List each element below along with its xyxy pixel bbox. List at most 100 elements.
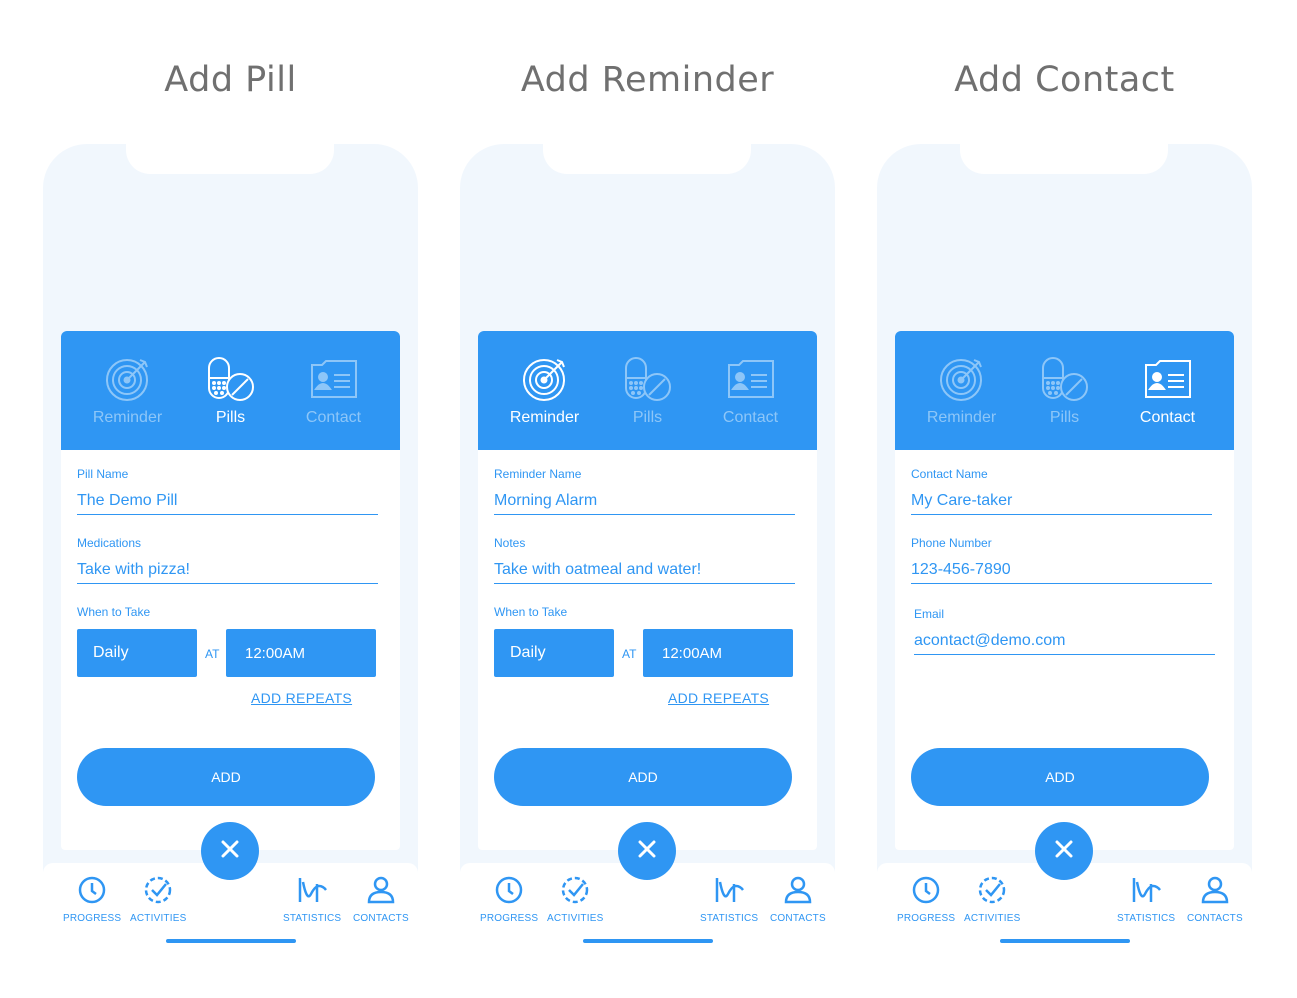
person-icon — [367, 876, 395, 909]
nav-label: STATISTICS — [700, 913, 759, 924]
pills-icon — [624, 355, 672, 403]
contact-card-icon — [1144, 355, 1192, 403]
type-tabs: Reminder Pills Contact — [895, 331, 1234, 450]
time-select[interactable]: 12:00AM — [643, 629, 793, 677]
add-button[interactable]: ADD — [77, 748, 375, 806]
nav-label: CONTACTS — [1187, 913, 1243, 924]
close-icon — [221, 840, 239, 863]
field-value[interactable]: Morning Alarm — [494, 492, 795, 515]
nav-label: STATISTICS — [283, 913, 342, 924]
field-value[interactable]: 123-456-7890 — [911, 561, 1212, 584]
statistics-wave-icon — [714, 876, 745, 909]
person-icon — [784, 876, 812, 909]
close-icon — [1055, 840, 1073, 863]
frequency-select[interactable]: Daily — [494, 629, 614, 677]
when-to-take-label: When to Take — [77, 605, 151, 619]
tab-label: Reminder — [92, 409, 163, 426]
tab-reminder[interactable]: Reminder — [79, 331, 176, 450]
statistics-wave-icon — [1131, 876, 1162, 909]
close-button[interactable] — [1035, 822, 1093, 880]
medications-field[interactable]: Medications Take with pizza! — [77, 536, 378, 584]
tab-label: Reminder — [926, 409, 997, 426]
tab-reminder[interactable]: Reminder — [913, 331, 1010, 450]
tab-contact[interactable]: Contact — [702, 331, 799, 450]
nav-label: ACTIVITIES — [547, 913, 604, 924]
nav-progress[interactable]: PROGRESS — [63, 876, 121, 924]
type-tabs: Reminder Pills Contact — [478, 331, 817, 450]
nav-progress[interactable]: PROGRESS — [480, 876, 538, 924]
add-button[interactable]: ADD — [911, 748, 1209, 806]
tab-contact[interactable]: Contact — [285, 331, 382, 450]
nav-statistics[interactable]: STATISTICS — [1117, 876, 1175, 924]
field-value[interactable]: acontact@demo.com — [914, 632, 1215, 655]
clock-icon — [912, 876, 940, 909]
phone-notch — [543, 144, 751, 174]
field-value[interactable]: Take with pizza! — [77, 561, 378, 584]
add-repeats-link[interactable]: ADD REPEATS — [668, 690, 769, 706]
add-card: Reminder Pills — [61, 331, 400, 850]
tab-contact[interactable]: Contact — [1119, 331, 1216, 450]
when-to-take-label: When to Take — [494, 605, 568, 619]
at-label: AT — [622, 647, 637, 661]
nav-progress[interactable]: PROGRESS — [897, 876, 955, 924]
tab-pills[interactable]: Pills — [599, 331, 696, 450]
tab-pills[interactable]: Pills — [1016, 331, 1113, 450]
clock-icon — [495, 876, 523, 909]
activity-check-icon — [978, 876, 1006, 909]
pill-name-field[interactable]: Pill Name The Demo Pill — [77, 467, 378, 515]
frequency-select[interactable]: Daily — [77, 629, 197, 677]
phone-add-reminder: Reminder Pills Contact Reminder Name Mor… — [460, 144, 835, 954]
close-button[interactable] — [201, 822, 259, 880]
activity-check-icon — [561, 876, 589, 909]
nav-contacts[interactable]: CONTACTS — [1187, 876, 1243, 924]
nav-contacts[interactable]: CONTACTS — [353, 876, 409, 924]
nav-activities[interactable]: ACTIVITIES — [964, 876, 1020, 924]
add-button[interactable]: ADD — [494, 748, 792, 806]
contact-card-icon — [310, 355, 358, 403]
phone-add-contact: Reminder Pills Contact Contact Name My C… — [877, 144, 1252, 954]
field-label: Notes — [494, 536, 526, 550]
time-select[interactable]: 12:00AM — [226, 629, 376, 677]
home-indicator — [583, 939, 713, 943]
tab-label: Contact — [1139, 409, 1196, 426]
field-label: Reminder Name — [494, 467, 582, 481]
tab-label: Pills — [215, 409, 246, 426]
nav-contacts[interactable]: CONTACTS — [770, 876, 826, 924]
add-card: Reminder Pills — [895, 331, 1234, 850]
nav-label: PROGRESS — [897, 913, 956, 924]
screen-title: Add Contact — [954, 60, 1175, 100]
nav-statistics[interactable]: STATISTICS — [700, 876, 758, 924]
notes-field[interactable]: Notes Take with oatmeal and water! — [494, 536, 795, 584]
nav-activities[interactable]: ACTIVITIES — [130, 876, 186, 924]
field-value[interactable]: Take with oatmeal and water! — [494, 561, 795, 584]
field-label: Pill Name — [77, 467, 129, 481]
field-label: Contact Name — [911, 467, 988, 481]
phone-number-field[interactable]: Phone Number 123-456-7890 — [911, 536, 1212, 584]
field-label: Phone Number — [911, 536, 992, 550]
add-repeats-link[interactable]: ADD REPEATS — [251, 690, 352, 706]
tab-label: Pills — [632, 409, 663, 426]
nav-label: PROGRESS — [480, 913, 539, 924]
nav-activities[interactable]: ACTIVITIES — [547, 876, 603, 924]
target-icon — [522, 355, 568, 403]
reminder-name-field[interactable]: Reminder Name Morning Alarm — [494, 467, 795, 515]
person-icon — [1201, 876, 1229, 909]
target-icon — [105, 355, 151, 403]
field-value[interactable]: My Care-taker — [911, 492, 1212, 515]
close-button[interactable] — [618, 822, 676, 880]
contact-name-field[interactable]: Contact Name My Care-taker — [911, 467, 1212, 515]
tab-label: Reminder — [509, 409, 580, 426]
nav-statistics[interactable]: STATISTICS — [283, 876, 341, 924]
tab-reminder[interactable]: Reminder — [496, 331, 593, 450]
nav-label: PROGRESS — [63, 913, 122, 924]
tab-pills[interactable]: Pills — [182, 331, 279, 450]
nav-label: STATISTICS — [1117, 913, 1176, 924]
pills-icon — [207, 355, 255, 403]
tab-label: Contact — [722, 409, 779, 426]
phone-notch — [126, 144, 334, 174]
email-field[interactable]: Email acontact@demo.com — [914, 607, 1215, 655]
screen-title: Add Reminder — [520, 60, 775, 100]
close-icon — [638, 840, 656, 863]
field-value[interactable]: The Demo Pill — [77, 492, 378, 515]
screen-title: Add Pill — [164, 60, 297, 100]
